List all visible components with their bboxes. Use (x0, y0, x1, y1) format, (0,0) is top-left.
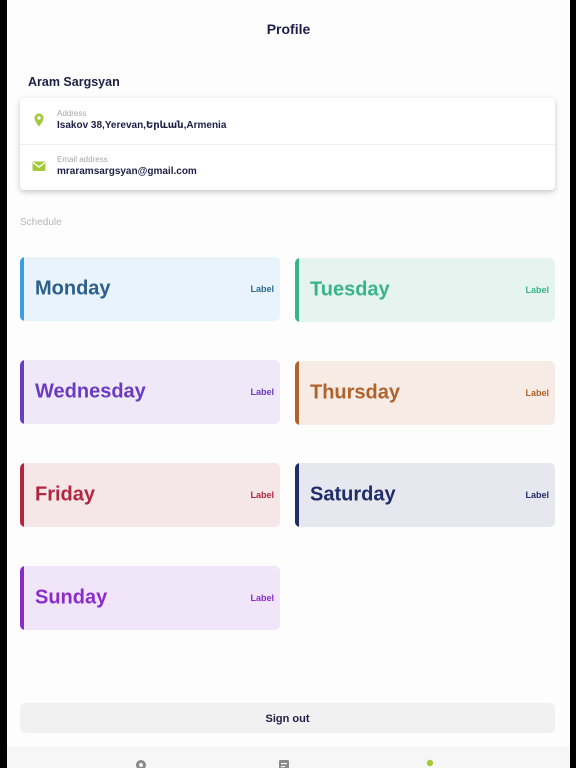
day-name: Monday (35, 277, 111, 300)
profile-screen: Profile Aram Sargsyan Address Isakov 38,… (7, 0, 570, 768)
bottom-tab-bar (7, 747, 570, 768)
day-label: Label (525, 388, 549, 398)
address-value: Isakov 38,Yerevan,Երևան,Armenia (57, 120, 227, 131)
home-icon[interactable] (135, 759, 147, 768)
profile-icon[interactable] (424, 759, 436, 768)
day-label: Label (525, 285, 549, 295)
location-pin-icon (34, 113, 44, 127)
page-title: Profile (266, 21, 311, 37)
day-accent-bar (295, 361, 299, 425)
schedule-heading: Schedule (20, 217, 62, 228)
day-label: Label (525, 490, 549, 500)
day-accent-bar (295, 258, 299, 322)
day-name: Friday (35, 483, 96, 506)
day-accent-bar (20, 257, 24, 321)
day-label: Label (250, 490, 274, 500)
day-name: Sunday (35, 586, 108, 609)
day-name: Wednesday (35, 380, 146, 403)
address-label: Address (57, 109, 87, 118)
day-card-thursday[interactable]: Thursday Label (295, 361, 555, 425)
user-name: Aram Sargsyan (28, 75, 120, 89)
email-label: Email address (57, 155, 108, 164)
day-label: Label (250, 284, 274, 294)
address-row[interactable]: Address Isakov 38,Yerevan,Երևան,Armenia (20, 98, 555, 145)
day-label: Label (250, 593, 274, 603)
day-accent-bar (20, 566, 24, 630)
day-name: Thursday (310, 381, 401, 404)
day-card-tuesday[interactable]: Tuesday Label (295, 258, 555, 322)
sign-out-button[interactable]: Sign out (20, 703, 555, 733)
day-name: Tuesday (310, 278, 390, 301)
day-accent-bar (20, 463, 24, 527)
mail-icon (32, 161, 46, 171)
day-label: Label (250, 387, 274, 397)
day-card-friday[interactable]: Friday Label (20, 463, 280, 527)
document-icon[interactable] (278, 759, 290, 768)
day-name: Saturday (310, 483, 396, 506)
day-card-saturday[interactable]: Saturday Label (295, 463, 555, 527)
contact-card: Address Isakov 38,Yerevan,Երևան,Armenia … (20, 98, 555, 190)
day-accent-bar (20, 360, 24, 424)
day-card-monday[interactable]: Monday Label (20, 257, 280, 321)
email-row[interactable]: Email address mraramsargsyan@gmail.com (20, 144, 555, 190)
day-card-wednesday[interactable]: Wednesday Label (20, 360, 280, 424)
email-value: mraramsargsyan@gmail.com (57, 166, 197, 177)
day-card-sunday[interactable]: Sunday Label (20, 566, 280, 630)
day-accent-bar (295, 463, 299, 527)
